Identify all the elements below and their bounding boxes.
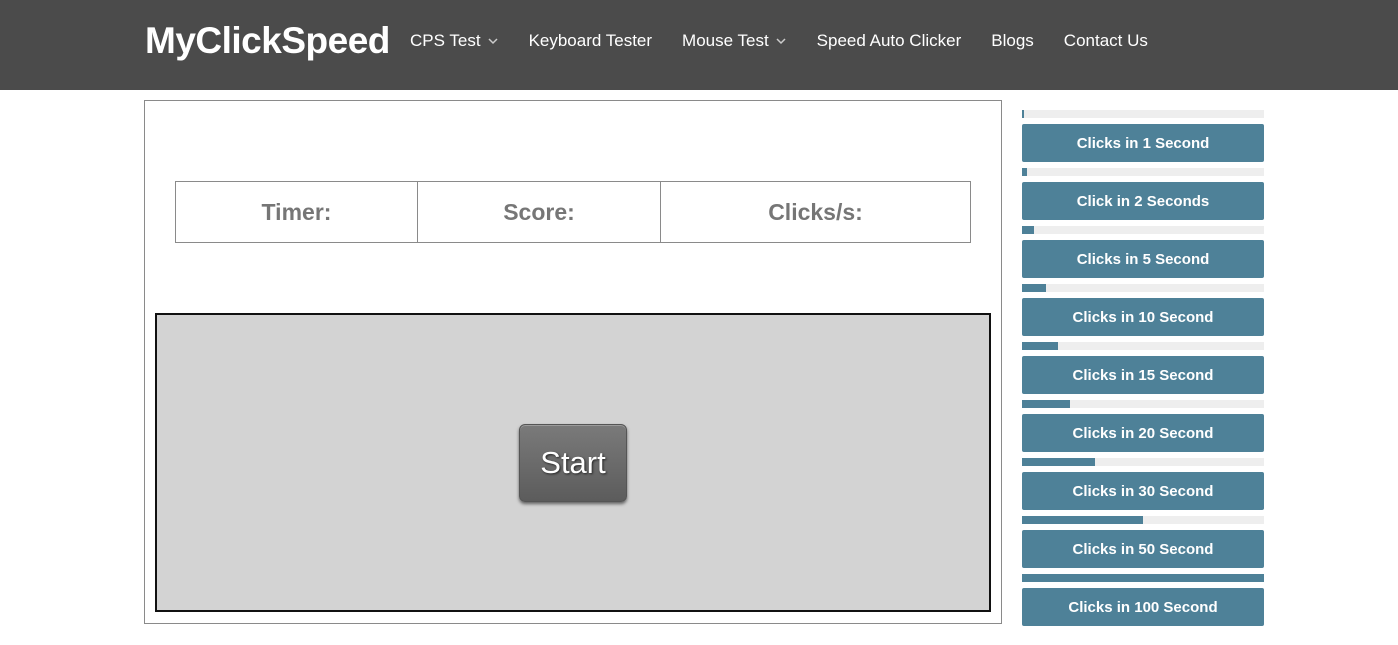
chevron-down-icon: [776, 38, 786, 45]
sidebar-item-clicks-test[interactable]: Click in 2 Seconds: [1022, 182, 1264, 220]
nav-item-blogs[interactable]: Blogs: [991, 31, 1034, 51]
progress-fill: [1022, 458, 1095, 466]
nav-item-label: CPS Test: [410, 31, 481, 50]
progress-fill: [1022, 342, 1059, 350]
progress-fill: [1022, 110, 1025, 118]
nav-item-keyboard-tester[interactable]: Keyboard Tester: [529, 31, 652, 51]
sidebar-item-clicks-test[interactable]: Clicks in 15 Second: [1022, 356, 1264, 394]
test-duration-sidebar: Clicks in 1 Second Click in 2 Seconds Clic…: [1022, 110, 1264, 632]
sidebar-item-clicks-test[interactable]: Clicks in 50 Second: [1022, 530, 1264, 568]
progress-track: [1022, 574, 1264, 582]
progress-fill: [1022, 516, 1143, 524]
progress-fill: [1022, 226, 1035, 234]
sidebar-item-clicks-test[interactable]: Clicks in 10 Second: [1022, 298, 1264, 336]
nav-item-label: Contact Us: [1063, 31, 1148, 50]
sidebar-item-clicks-test[interactable]: Clicks in 100 Second: [1022, 588, 1264, 626]
sidebar-item-clicks-test[interactable]: Clicks in 20 Second: [1022, 414, 1264, 452]
progress-track: [1022, 226, 1264, 234]
progress-fill: [1022, 168, 1027, 176]
start-button[interactable]: Start: [519, 424, 627, 502]
cps-test-panel: Timer: Score: Clicks/s: Start: [144, 100, 1002, 624]
progress-fill: [1022, 284, 1047, 292]
progress-track: [1022, 342, 1264, 350]
nav-item-mouse-test[interactable]: Mouse Test: [682, 31, 787, 51]
nav-item-speed-auto-clicker[interactable]: Speed Auto Clicker: [817, 31, 962, 51]
nav-item-contact-us[interactable]: Contact Us: [1064, 31, 1148, 51]
nav-item-cps-test[interactable]: CPS Test: [410, 31, 499, 51]
main-nav: CPS Test Keyboard Tester Mouse Test Spee…: [410, 30, 1178, 52]
click-area[interactable]: Start: [155, 313, 991, 612]
timer-stat: Timer:: [261, 198, 332, 225]
chevron-down-icon: [488, 38, 498, 45]
brand-logo-link[interactable]: MyClickSpeed: [145, 20, 390, 62]
sidebar-item-clicks-test[interactable]: Clicks in 1 Second: [1022, 124, 1264, 162]
navbar: MyClickSpeed CPS Test Keyboard Tester Mo…: [0, 0, 1398, 90]
progress-track: [1022, 458, 1264, 466]
nav-item-label: Mouse Test: [682, 31, 769, 50]
progress-track: [1022, 400, 1264, 408]
progress-fill: [1022, 574, 1264, 582]
progress-track: [1022, 516, 1264, 524]
nav-item-label: Speed Auto Clicker: [816, 31, 962, 50]
nav-item-label: Keyboard Tester: [528, 31, 653, 50]
progress-track: [1022, 284, 1264, 292]
stats-table: Timer: Score: Clicks/s:: [175, 181, 971, 243]
progress-track: [1022, 168, 1264, 176]
sidebar-item-clicks-test[interactable]: Clicks in 30 Second: [1022, 472, 1264, 510]
clicks-per-second-stat: Clicks/s:: [660, 182, 970, 242]
sidebar-item-clicks-test[interactable]: Clicks in 5 Second: [1022, 240, 1264, 278]
nav-item-label: Blogs: [991, 31, 1034, 50]
progress-fill: [1022, 400, 1071, 408]
progress-track: [1022, 110, 1264, 118]
score-stat: Score:: [417, 182, 660, 242]
